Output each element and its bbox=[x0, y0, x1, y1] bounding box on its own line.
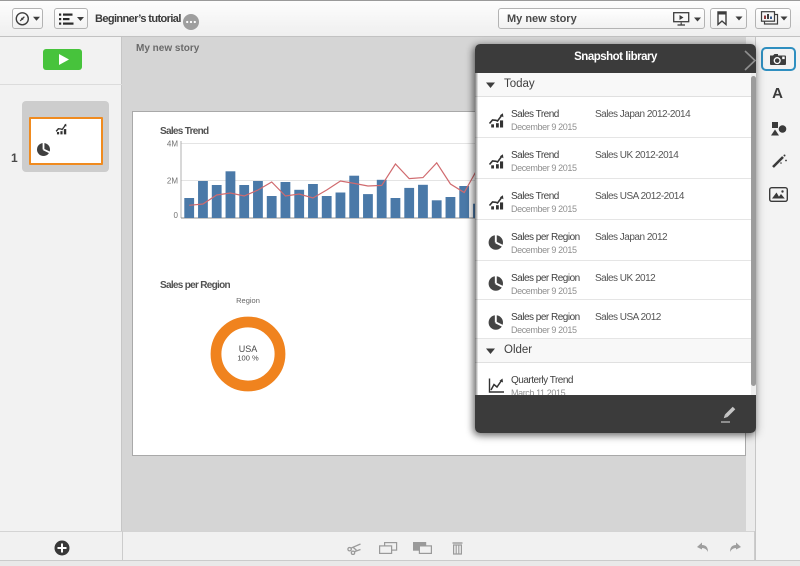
svg-text:0: 0 bbox=[174, 211, 179, 220]
svg-text:2M: 2M bbox=[167, 177, 178, 186]
svg-text:4M: 4M bbox=[167, 140, 178, 149]
svg-text:100 %: 100 % bbox=[237, 354, 259, 363]
svg-text:USA: USA bbox=[239, 344, 258, 354]
